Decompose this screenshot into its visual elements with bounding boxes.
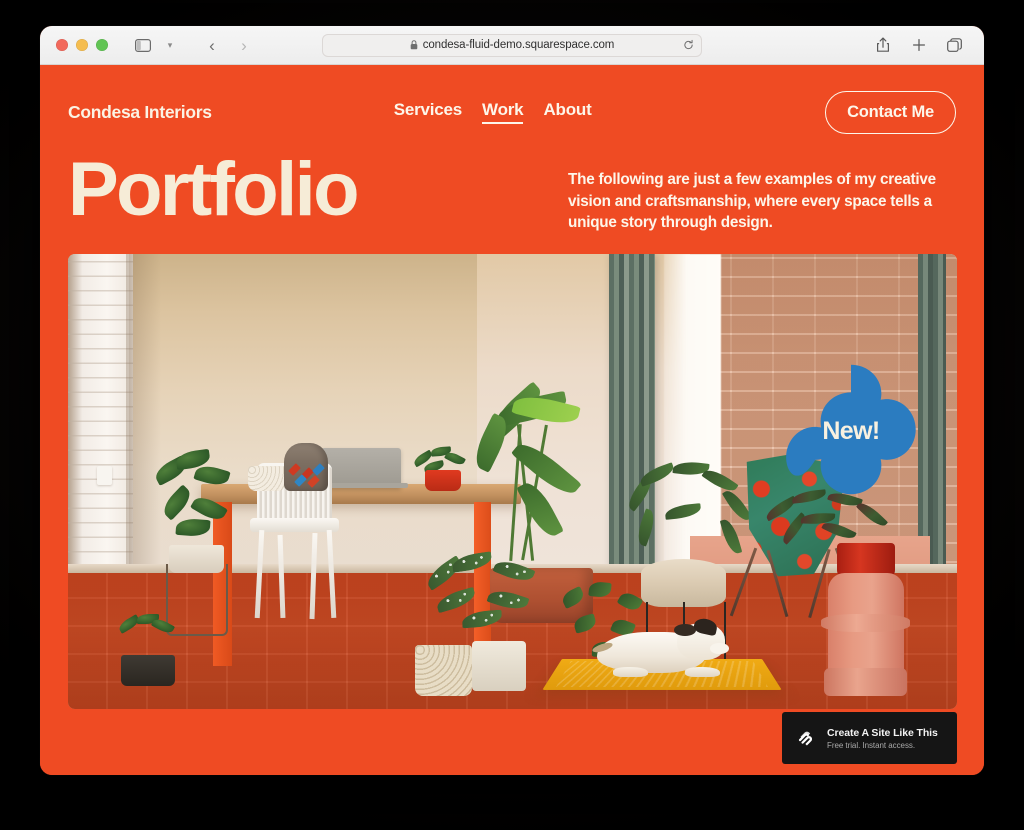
forward-chevron-icon: › (241, 35, 247, 55)
browser-toolbar: ▾ ‹ › condesa-fluid-demo.squarespace.com (40, 26, 984, 65)
sidebar-icon[interactable] (130, 33, 156, 57)
pink-pedestal (821, 572, 910, 696)
chair-legs (254, 529, 336, 619)
page-title: Portfolio (68, 147, 360, 232)
site-header: Condesa Interiors Services Work About Co… (40, 65, 984, 134)
minimize-window-button[interactable] (76, 39, 88, 51)
squarespace-promo-banner[interactable]: Create A Site Like This Free trial. Inst… (782, 712, 957, 764)
dog (591, 617, 730, 678)
back-button[interactable]: ‹ (199, 33, 225, 57)
mini-plant-pot (121, 654, 175, 687)
dog-head-patch (674, 624, 696, 636)
browser-window: ▾ ‹ › condesa-fluid-demo.squarespace.com… (40, 26, 984, 775)
window-traffic-lights (56, 39, 108, 51)
nav-link-about[interactable]: About (543, 100, 591, 124)
hero-description: The following are just a few examples of… (568, 171, 936, 232)
navigation-controls: ‹ › (199, 33, 257, 57)
close-window-button[interactable] (56, 39, 68, 51)
address-bar[interactable]: condesa-fluid-demo.squarespace.com (322, 33, 702, 57)
left-brick-wall (68, 254, 133, 610)
begonia-pot (472, 640, 526, 691)
squarespace-logo-icon (795, 727, 817, 749)
dog-back-leg (612, 666, 648, 678)
lock-icon (410, 40, 418, 50)
dog-snout (710, 643, 729, 654)
dog-front-leg (684, 666, 720, 678)
contact-me-button[interactable]: Contact Me (825, 90, 956, 134)
hero-section: Portfolio The following are just a few e… (40, 133, 984, 234)
promo-text-block: Create A Site Like This Free trial. Inst… (827, 727, 938, 750)
chevron-down-icon[interactable]: ▾ (157, 33, 183, 57)
forward-button[interactable]: › (231, 33, 257, 57)
tab-overview-icon[interactable] (942, 33, 968, 57)
red-planter (425, 470, 461, 492)
share-icon[interactable] (870, 33, 896, 57)
promo-subtitle: Free trial. Instant access. (827, 740, 916, 750)
new-tab-icon[interactable] (906, 33, 932, 57)
ceramic-vase (284, 442, 329, 491)
nav-link-work[interactable]: Work (482, 100, 524, 124)
back-chevron-icon: ‹ (209, 35, 215, 55)
new-badge-label: New! (822, 416, 880, 445)
site-brand-logo[interactable]: Condesa Interiors (68, 102, 212, 123)
new-badge[interactable]: New! (780, 362, 922, 500)
light-switch (97, 465, 113, 485)
toolbar-actions (870, 33, 972, 57)
address-bar-url: condesa-fluid-demo.squarespace.com (422, 39, 615, 51)
checkered-pot (414, 645, 473, 696)
desktop-background: ▾ ‹ › condesa-fluid-demo.squarespace.com… (0, 0, 1024, 830)
sidebar-controls: ▾ (130, 33, 183, 57)
nav-link-services[interactable]: Services (394, 100, 463, 124)
textured-planter (247, 465, 286, 491)
promo-title: Create A Site Like This (827, 726, 938, 739)
website-content: Condesa Interiors Services Work About Co… (40, 65, 984, 775)
primary-navigation: Services Work About (394, 100, 592, 124)
zoom-window-button[interactable] (96, 39, 108, 51)
reload-icon[interactable] (683, 39, 694, 51)
